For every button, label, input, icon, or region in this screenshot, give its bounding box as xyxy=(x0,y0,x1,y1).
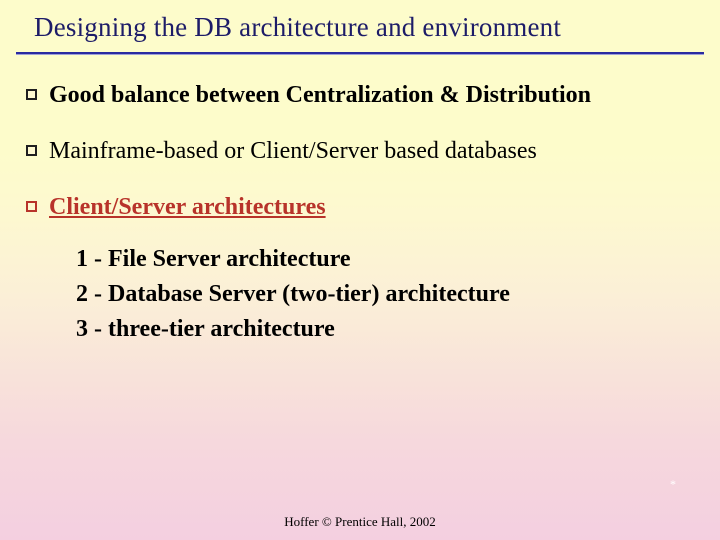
sublist-item: 1 - File Server architecture xyxy=(76,242,694,277)
square-bullet-icon xyxy=(26,201,37,212)
bullet-item: Good balance between Centralization & Di… xyxy=(26,80,694,110)
sublist: 1 - File Server architecture 2 - Databas… xyxy=(76,242,694,346)
sublist-item: 3 - three-tier architecture xyxy=(76,312,694,347)
bullet-text: Client/Server architectures xyxy=(49,192,326,222)
title-underline xyxy=(16,52,704,55)
page-marker: * xyxy=(670,477,676,492)
slide-title: Designing the DB architecture and enviro… xyxy=(0,0,720,43)
square-bullet-icon xyxy=(26,145,37,156)
bullet-item: Client/Server architectures xyxy=(26,192,694,222)
slide: Designing the DB architecture and enviro… xyxy=(0,0,720,540)
bullet-text: Good balance between Centralization & Di… xyxy=(49,80,591,110)
bullet-item: Mainframe-based or Client/Server based d… xyxy=(26,136,694,166)
sublist-item: 2 - Database Server (two-tier) architect… xyxy=(76,277,694,312)
footer-text: Hoffer © Prentice Hall, 2002 xyxy=(0,514,720,530)
content-area: Good balance between Centralization & Di… xyxy=(26,80,694,346)
bullet-text: Mainframe-based or Client/Server based d… xyxy=(49,136,537,166)
square-bullet-icon xyxy=(26,89,37,100)
